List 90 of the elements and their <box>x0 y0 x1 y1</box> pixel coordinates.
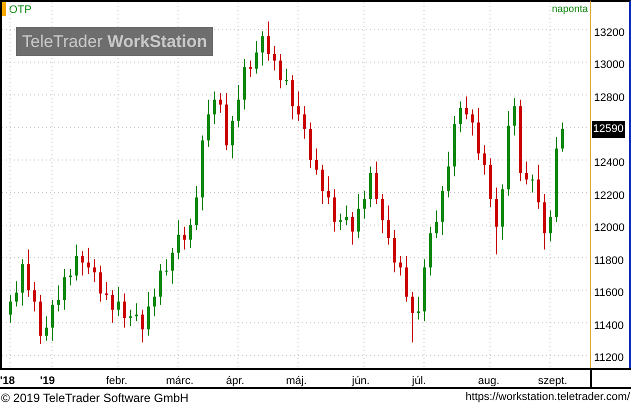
candlestick <box>315 148 318 176</box>
candlestick <box>57 284 60 312</box>
price-tick: 12400 <box>594 156 625 171</box>
date-label: '18 <box>0 374 15 389</box>
date-label: máj. <box>286 374 307 389</box>
candlestick <box>99 265 102 302</box>
candlestick <box>237 84 240 128</box>
candlestick <box>363 190 366 220</box>
candlestick <box>387 205 390 246</box>
candlestick <box>339 213 342 230</box>
watermark-banner: TeleTrader WorkStation <box>16 27 214 56</box>
candlestick <box>459 100 462 133</box>
price-tick: 13000 <box>594 58 625 74</box>
candlestick <box>183 226 186 250</box>
candlestick <box>153 288 156 317</box>
candlestick <box>111 290 114 324</box>
candlestick <box>213 91 216 125</box>
candlestick <box>327 176 330 204</box>
candlestick <box>279 54 282 89</box>
candlestick <box>249 60 252 78</box>
candlestick <box>471 108 474 136</box>
candlestick <box>321 164 324 204</box>
candlestick <box>297 91 300 122</box>
candlestick <box>105 282 108 300</box>
candlestick <box>51 299 54 342</box>
price-tick: 12200 <box>594 188 625 204</box>
candlestick <box>531 174 534 194</box>
candlestick <box>177 220 180 260</box>
candlestick <box>549 210 552 242</box>
symbol-label: OTP <box>9 3 32 18</box>
candlestick <box>93 258 96 283</box>
candlestick <box>255 40 258 74</box>
candlestick <box>147 291 150 336</box>
candlestick <box>285 68 288 86</box>
candlestick <box>129 309 132 327</box>
candlestick <box>219 92 222 114</box>
date-label: febr. <box>106 374 128 389</box>
candlestick <box>303 106 306 140</box>
date-label: szept. <box>538 374 568 389</box>
price-tick: 12800 <box>594 90 625 106</box>
date-label: aug. <box>478 374 500 389</box>
candlestick <box>381 194 384 234</box>
marker-icon <box>2 2 6 16</box>
candlestick <box>561 122 564 152</box>
price-tick: 13200 <box>594 26 625 41</box>
candlestick <box>45 316 48 342</box>
candlestick <box>399 256 402 276</box>
price-tick: 11800 <box>594 254 624 269</box>
date-label: márc. <box>166 374 194 389</box>
candlestick <box>525 161 528 185</box>
candlestick <box>63 268 66 310</box>
candlestick <box>171 247 174 284</box>
last-price-tag: 12590 <box>592 121 625 138</box>
candlestick <box>345 205 348 226</box>
candlestick <box>117 286 120 317</box>
candlestick <box>189 218 192 248</box>
candlestick <box>351 212 354 246</box>
price-tick: 11600 <box>594 286 624 302</box>
price-tick: 12000 <box>594 221 625 236</box>
candlestick <box>141 309 144 343</box>
copyright-text: © 2019 TeleTrader Software GmbH <box>1 390 189 406</box>
price-tick: 11200 <box>594 351 624 366</box>
candlestick <box>165 258 168 276</box>
candlestick <box>411 291 414 343</box>
date-label: jún. <box>352 374 370 389</box>
candlestick <box>537 164 540 210</box>
candlestick <box>513 98 516 136</box>
date-label: '19 <box>40 374 55 389</box>
candlestick <box>123 292 126 328</box>
candlestick <box>81 250 84 276</box>
candlestick <box>273 45 276 71</box>
website-link[interactable]: https://workstation.teletrader.com/ <box>466 389 630 406</box>
candlestick <box>417 296 420 320</box>
candlestick <box>465 96 468 120</box>
date-label: júl. <box>412 374 426 389</box>
candlestick <box>135 302 138 322</box>
candlestick <box>9 294 12 324</box>
candlestick <box>357 194 360 239</box>
candlestick <box>435 210 438 239</box>
candlestick <box>75 244 78 281</box>
candlestick <box>261 30 264 66</box>
candlestick <box>87 247 90 274</box>
candlestick <box>69 268 72 286</box>
candlestick <box>483 144 486 176</box>
interval-label: naponta <box>552 3 588 17</box>
candlestick <box>267 21 270 62</box>
price-tick: 11400 <box>594 318 624 334</box>
date-label: ápr. <box>226 374 244 389</box>
candlestick <box>15 280 18 307</box>
candlestick <box>33 282 36 312</box>
